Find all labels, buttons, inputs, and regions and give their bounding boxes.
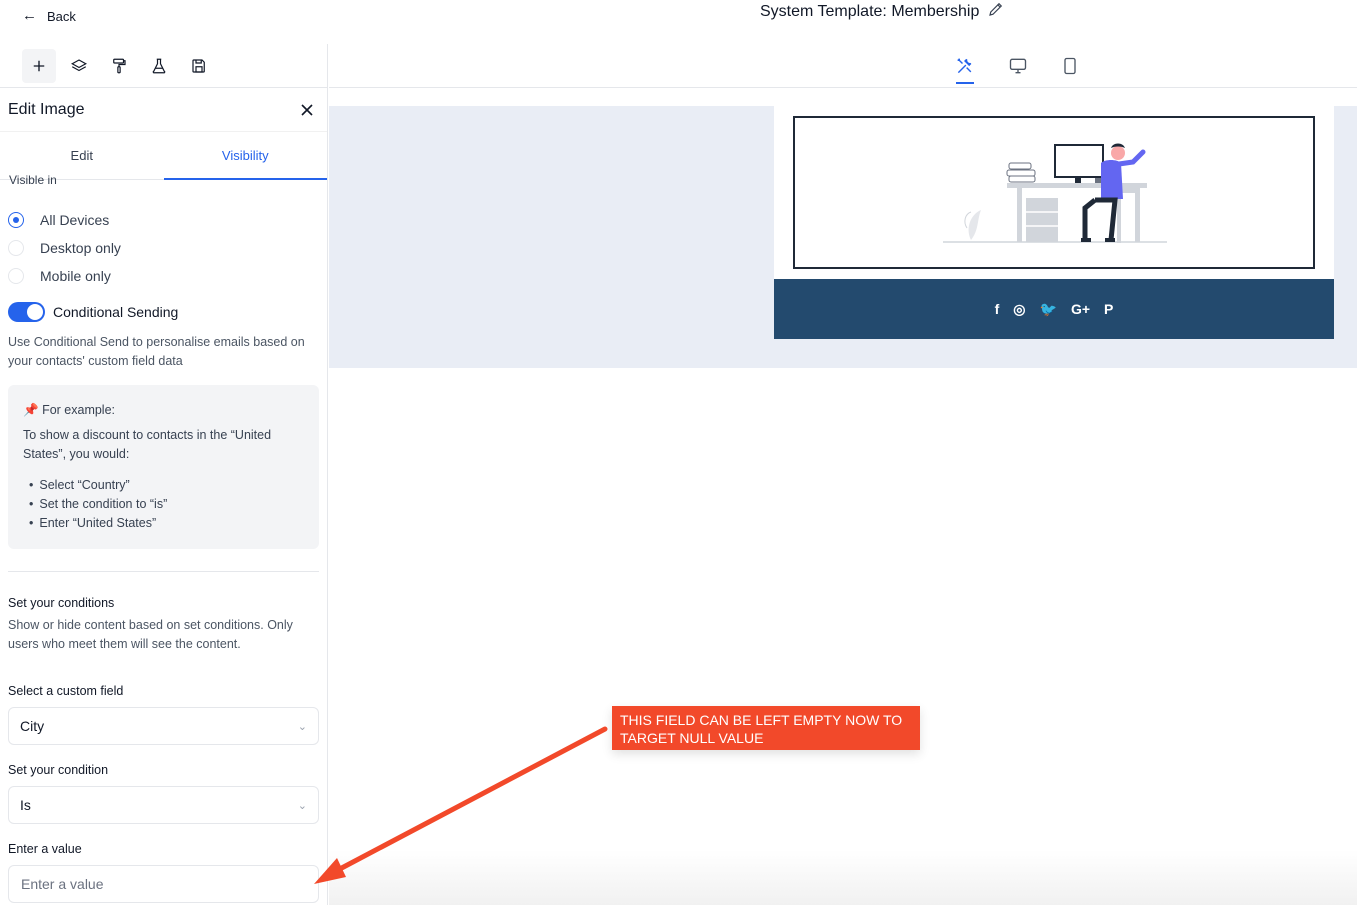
email-preview: f ◎ 🐦 G+ P <box>774 106 1334 339</box>
condition-select[interactable]: Is ⌄ <box>8 786 319 824</box>
value-input[interactable]: Enter a value <box>8 865 319 903</box>
layers-icon[interactable] <box>62 49 96 83</box>
example-steps: Select “Country” Set the condition to “i… <box>23 476 303 533</box>
annotation-callout: THIS FIELD CAN BE LEFT EMPTY NOW TO TARG… <box>612 706 920 750</box>
canvas-toolbar <box>329 44 1357 88</box>
panel-header: Edit Image <box>0 88 327 132</box>
radio-button[interactable] <box>8 268 24 284</box>
conditional-sending-toggle[interactable] <box>8 302 45 322</box>
tools-icon[interactable] <box>951 52 979 84</box>
pencil-icon[interactable] <box>987 0 1005 23</box>
top-bar: ← Back System Template: Membership <box>0 0 1357 44</box>
conditional-sending-description: Use Conditional Send to personalise emai… <box>8 335 305 368</box>
radio-mobile-only[interactable]: Mobile only <box>8 262 319 290</box>
condition-label: Set your condition <box>8 763 109 777</box>
desktop-icon[interactable] <box>1004 52 1032 80</box>
value-label: Enter a value <box>8 842 82 856</box>
visible-in-label: Visible in <box>9 173 57 185</box>
panel-title: Edit Image <box>8 100 85 118</box>
chevron-down-icon: ⌄ <box>297 799 307 812</box>
example-step: Enter “United States” <box>29 514 303 533</box>
chevron-down-icon: ⌄ <box>297 720 307 733</box>
social-bar: f ◎ 🐦 G+ P <box>774 279 1334 339</box>
radio-all-devices[interactable]: All Devices <box>8 206 319 234</box>
email-canvas[interactable]: f ◎ 🐦 G+ P <box>329 106 1357 368</box>
custom-field-select[interactable]: City ⌄ <box>8 707 319 745</box>
radio-button[interactable] <box>8 212 24 228</box>
paint-roller-icon[interactable] <box>102 49 136 83</box>
condition-value: Is <box>20 797 31 813</box>
example-step: Set the condition to “is” <box>29 495 303 514</box>
conditional-sending-label: Conditional Sending <box>53 304 179 320</box>
panel-content[interactable]: Visible in All Devices Desktop only Mobi… <box>0 173 327 903</box>
radio-label: Desktop only <box>40 240 121 256</box>
google-plus-icon[interactable]: G+ <box>1071 301 1090 317</box>
flask-icon[interactable] <box>142 49 176 83</box>
arrow-left-icon: ← <box>22 7 37 24</box>
tab-visibility[interactable]: Visibility <box>163 132 328 180</box>
tab-edit[interactable]: Edit <box>0 132 164 179</box>
example-box: 📌 For example: To show a discount to con… <box>8 385 319 549</box>
editor-toolbar <box>0 44 327 88</box>
radio-label: All Devices <box>40 212 110 228</box>
close-icon[interactable] <box>295 98 319 122</box>
pushpin-icon: 📌 <box>23 403 39 417</box>
radio-desktop-only[interactable]: Desktop only <box>8 234 319 262</box>
save-icon[interactable] <box>182 49 216 83</box>
selected-image-block[interactable] <box>793 116 1315 269</box>
conditions-description: Show or hide content based on set condit… <box>8 618 293 651</box>
example-step: Select “Country” <box>29 476 303 495</box>
back-button[interactable]: ← Back <box>22 8 76 24</box>
template-title-text: System Template: Membership <box>760 2 980 20</box>
mobile-icon[interactable] <box>1056 52 1084 80</box>
divider <box>8 571 319 572</box>
custom-field-label: Select a custom field <box>8 684 124 698</box>
example-heading: For example: <box>42 403 116 417</box>
desk-illustration <box>943 143 1167 243</box>
twitter-icon[interactable]: 🐦 <box>1040 301 1057 318</box>
back-label: Back <box>47 8 76 24</box>
facebook-icon[interactable]: f <box>995 301 1000 317</box>
radio-button[interactable] <box>8 240 24 256</box>
instagram-icon[interactable]: ◎ <box>1013 301 1025 318</box>
custom-field-value: City <box>20 718 45 734</box>
pinterest-icon[interactable]: P <box>1104 301 1113 317</box>
template-title: System Template: Membership <box>760 0 1005 23</box>
conditional-sending-row: Conditional Sending <box>8 302 319 322</box>
left-panel: Edit Image Edit Visibility Visible in Al… <box>0 44 328 905</box>
value-placeholder: Enter a value <box>21 876 104 892</box>
example-intro: To show a discount to contacts in the “U… <box>23 428 272 461</box>
bottom-shade <box>329 850 1357 905</box>
radio-label: Mobile only <box>40 268 111 284</box>
plus-icon[interactable] <box>22 48 56 83</box>
conditions-title: Set your conditions <box>8 596 115 610</box>
